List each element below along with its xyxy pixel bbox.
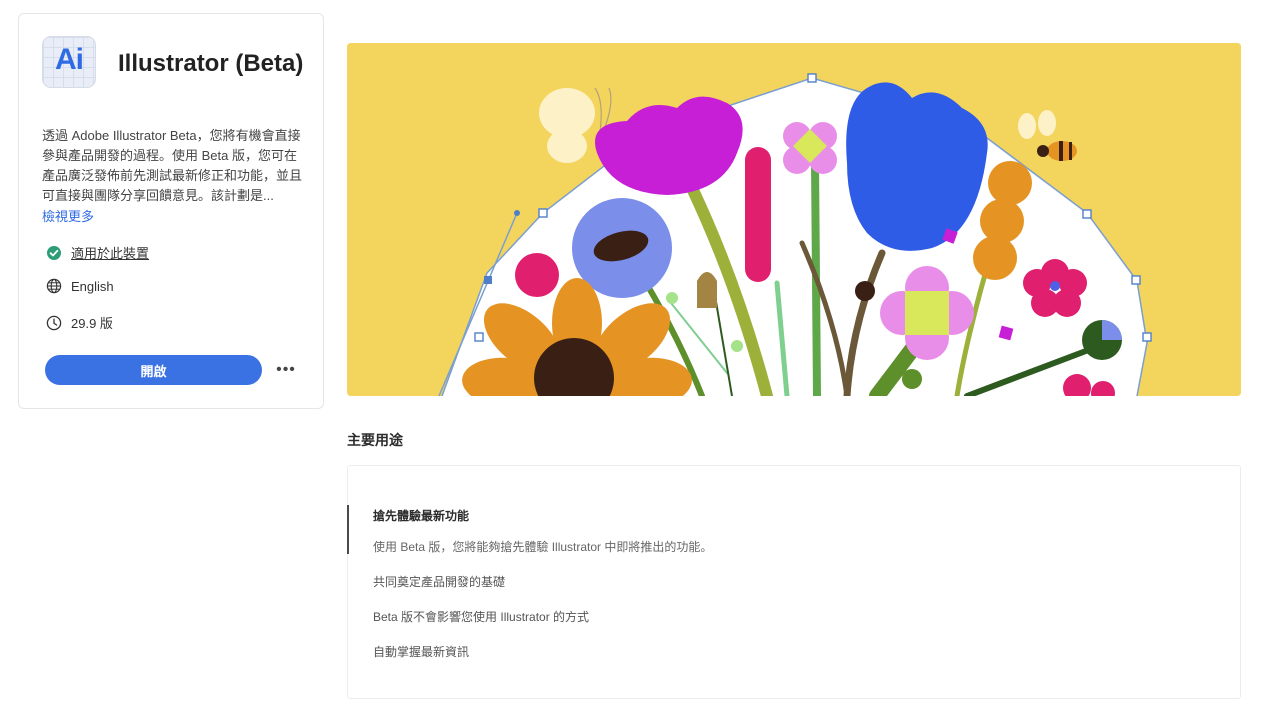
app-title: Illustrator (Beta) [118, 50, 304, 77]
language-label: English [71, 278, 114, 294]
section-title: 主要用途 [347, 432, 403, 448]
app-icon-text: Ai [55, 43, 84, 76]
globe-icon [46, 278, 62, 294]
app-description: 透過 Adobe Illustrator Beta，您將有機會直接參與產品開發的… [42, 128, 303, 203]
app-card: Ai Illustrator (Beta) 透過 Adobe Illustrat… [18, 13, 324, 409]
version-row: 29.9 版 [46, 313, 113, 332]
use-item-1-title[interactable]: 搶先體驗最新功能 [373, 507, 469, 524]
flower-illustration [347, 43, 1241, 396]
use-item-2[interactable]: 共同奠定產品開發的基礎 [373, 573, 505, 590]
compat-link[interactable]: 適用於此裝置 [71, 243, 149, 262]
view-more-link[interactable]: 檢視更多 [42, 206, 94, 225]
language-row: English [46, 278, 114, 294]
use-item-4[interactable]: 自動掌握最新資訊 [373, 643, 469, 660]
open-button[interactable]: 開啟 [45, 355, 262, 385]
compat-row: 適用於此裝置 [46, 243, 149, 262]
use-item-3[interactable]: Beta 版不會影響您使用 Illustrator 的方式 [373, 608, 589, 625]
hero-banner [347, 43, 1241, 396]
check-circle-icon [47, 245, 61, 260]
version-label: 29.9 版 [71, 316, 113, 331]
clock-icon [46, 315, 62, 330]
more-options-button[interactable]: ••• [273, 358, 299, 382]
uses-panel: 搶先體驗最新功能 使用 Beta 版，您將能夠搶先體驗 Illustrator … [347, 465, 1241, 699]
use-item-1-detail: 使用 Beta 版，您將能夠搶先體驗 Illustrator 中即將推出的功能。 [373, 540, 713, 554]
illustrator-app-icon: Ai [42, 36, 96, 88]
active-indicator [347, 505, 349, 554]
